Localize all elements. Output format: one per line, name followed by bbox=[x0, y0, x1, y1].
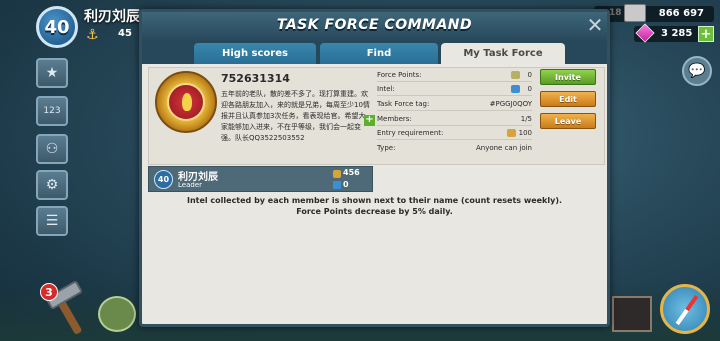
task-force-dialog: TASK FORCE COMMAND ✕ High scores Find My… bbox=[139, 9, 610, 327]
force-points-icon bbox=[511, 71, 520, 79]
invite-button[interactable]: Invite bbox=[540, 69, 596, 85]
stat-divider bbox=[377, 95, 532, 96]
stat-label-force-points: Force Points: bbox=[377, 71, 422, 79]
compass-button[interactable] bbox=[660, 284, 710, 334]
intel-icon bbox=[333, 181, 341, 189]
chat-icon: 💬 bbox=[688, 63, 706, 79]
buy-gems-button[interactable]: + bbox=[698, 26, 714, 42]
group-icon: ⚇ bbox=[45, 141, 59, 157]
stat-value-intel: 0 bbox=[527, 85, 532, 93]
member-force-points: 456 bbox=[343, 168, 360, 177]
player-name[interactable]: 利刃刘辰 bbox=[84, 6, 140, 26]
stat-divider bbox=[377, 110, 532, 111]
info-line-2: Force Points decrease by 5% daily. bbox=[296, 207, 453, 216]
info-line-1: Intel collected by each member is shown … bbox=[186, 196, 563, 205]
chat-button[interactable]: 💬 bbox=[682, 56, 712, 86]
stat-value-members: 1/5 bbox=[520, 115, 532, 123]
member-row[interactable]: 40 利刃刘辰 Leader 456 0 bbox=[148, 166, 373, 192]
tab-high-scores[interactable]: High scores bbox=[194, 43, 316, 64]
ranking-icon: 123 bbox=[43, 106, 61, 116]
side-button-settings[interactable]: ⚙ bbox=[36, 170, 68, 200]
side-button-list[interactable]: ☰ bbox=[36, 206, 68, 236]
stat-value-entry-requirement: 100 bbox=[518, 129, 532, 137]
force-points-icon bbox=[333, 170, 341, 178]
side-button-star[interactable]: ★ bbox=[36, 58, 68, 88]
stat-label-type: Type: bbox=[377, 144, 396, 152]
add-member-button[interactable]: + bbox=[364, 115, 375, 126]
map-button[interactable] bbox=[98, 296, 136, 332]
member-level-badge: 40 bbox=[154, 170, 173, 189]
player-level-badge[interactable]: 40 bbox=[36, 6, 78, 48]
task-force-description: 五年前的老队，散的差不多了。现打算重建。欢迎各路朋友加入，来的就是兄弟，每周至少… bbox=[221, 90, 370, 142]
gears-icon: ⚙ bbox=[45, 177, 59, 193]
stat-value-force-points: 0 bbox=[527, 71, 532, 79]
compass-needle-icon bbox=[675, 294, 699, 326]
gold-icon bbox=[624, 4, 646, 22]
info-text: Intel collected by each member is shown … bbox=[142, 195, 607, 217]
stat-value-type: Anyone can join bbox=[475, 144, 532, 152]
task-force-name: 752631314 bbox=[221, 72, 290, 85]
stat-value-tag: #PGGJ0QOY bbox=[489, 100, 532, 108]
gold-value: 866 697 bbox=[658, 8, 704, 19]
task-force-emblem[interactable] bbox=[155, 71, 217, 133]
side-button-ranking[interactable]: 123 bbox=[36, 96, 68, 126]
player-level: 40 bbox=[44, 16, 70, 38]
stat-divider bbox=[377, 139, 532, 140]
star-icon: ★ bbox=[45, 65, 59, 81]
intel-icon bbox=[511, 85, 520, 93]
tab-find[interactable]: Find bbox=[320, 43, 438, 64]
member-intel: 0 bbox=[343, 180, 349, 189]
player-fp-fragment: 45 bbox=[118, 28, 132, 39]
member-role: Leader bbox=[178, 181, 203, 189]
anchor-icon: ⚓ bbox=[86, 27, 99, 43]
bomb-icon bbox=[182, 93, 192, 111]
stat-label-intel: Intel: bbox=[377, 85, 395, 93]
stat-divider bbox=[377, 81, 532, 82]
gems-value: 3 285 bbox=[661, 28, 693, 39]
leave-button[interactable]: Leave bbox=[540, 113, 596, 129]
side-button-group[interactable]: ⚇ bbox=[36, 134, 68, 164]
map-thumbnail[interactable] bbox=[612, 296, 652, 332]
emblem-inner bbox=[167, 83, 205, 121]
tab-my-task-force[interactable]: My Task Force bbox=[441, 43, 565, 64]
builder-count-badge: 3 bbox=[40, 283, 58, 301]
edit-button[interactable]: Edit bbox=[540, 91, 596, 107]
dialog-title: TASK FORCE COMMAND bbox=[276, 17, 473, 33]
stat-label-entry-requirement: Entry requirement: bbox=[377, 129, 444, 137]
list-icon: ☰ bbox=[45, 213, 59, 229]
close-icon[interactable]: ✕ bbox=[584, 15, 606, 37]
stat-divider bbox=[377, 125, 532, 126]
stat-label-members: Members: bbox=[377, 115, 412, 123]
stat-label-tag: Task Force tag: bbox=[377, 100, 430, 108]
